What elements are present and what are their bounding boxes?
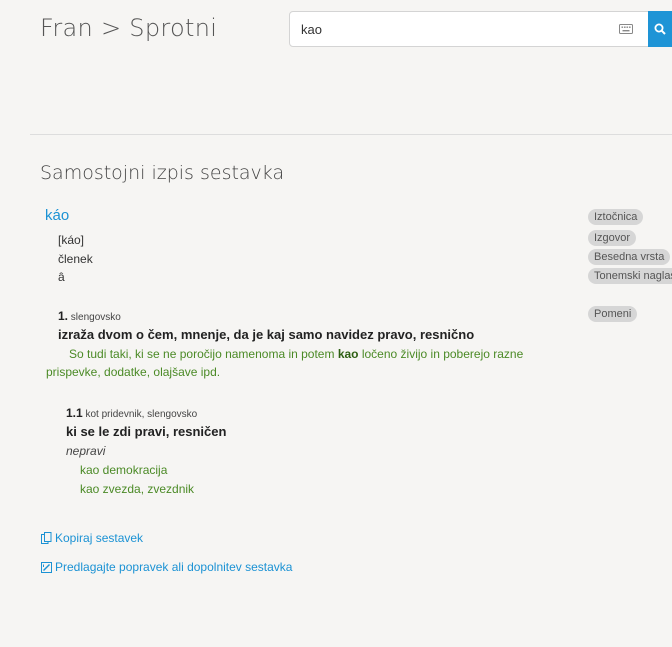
entry-tonal-accent: â	[58, 270, 65, 284]
site-brand[interactable]: Fran > Sprotni	[40, 14, 217, 42]
sense-1-example: So tudi taki, ki se ne poročijo namenoma…	[69, 347, 523, 361]
search-button[interactable]	[648, 11, 672, 47]
entry-headword: káo	[45, 207, 70, 224]
example-text-after: ločeno živijo in poberejo razne	[358, 347, 524, 361]
copy-icon	[41, 532, 52, 544]
label-word-class: Besedna vrsta	[588, 249, 671, 265]
sense-1-header: 1. slengovsko	[58, 309, 121, 323]
label-pronunciation: Izgovor	[588, 230, 637, 246]
edit-icon	[41, 561, 52, 573]
example-text-before: So tudi taki, ki se ne poročijo namenoma…	[69, 347, 338, 361]
sense-1-definition: izraža dvom o čem, mnenje, da je kaj sam…	[58, 327, 475, 342]
label-tonal-accent: Tonemski naglas	[588, 268, 672, 284]
entry-word-class: členek	[58, 252, 93, 266]
sense-1-1-example-1: kao demokracija	[80, 463, 168, 477]
sense-1-example-line2: prispevke, dodatke, olajšave ipd.	[46, 365, 221, 379]
label-meanings: Pomeni	[588, 306, 638, 322]
copy-entry-link[interactable]: Kopiraj sestavek	[41, 531, 143, 545]
sense-1-1-example-2: kao zvezda, zvezdnik	[80, 482, 195, 496]
label-source: Iztočnica	[588, 209, 644, 225]
keyboard-icon[interactable]	[612, 12, 640, 46]
suggest-correction-label: Predlagajte popravek ali dopolnitev sest…	[55, 560, 293, 574]
page-title: Samostojni izpis sestavka	[40, 162, 285, 184]
entry-pronunciation: [káo]	[58, 233, 85, 247]
sense-number: 1.	[58, 309, 69, 323]
copy-entry-label: Kopiraj sestavek	[55, 531, 144, 545]
search-input-value: kao	[301, 22, 322, 37]
sense-1-1-synonym: nepravi	[66, 444, 106, 458]
sense-qualifier: slengovsko	[68, 312, 121, 323]
sense-number: 1.1	[66, 406, 83, 420]
search-input[interactable]: kao	[289, 11, 672, 47]
header-divider	[30, 134, 672, 135]
sense-1-1-definition: ki se le zdi pravi, resničen	[66, 424, 227, 439]
sense-1-1-header: 1.1 kot pridevnik, slengovsko	[66, 406, 197, 420]
search-icon	[654, 23, 666, 35]
example-keyword: kao	[337, 347, 359, 361]
suggest-correction-link[interactable]: Predlagajte popravek ali dopolnitev sest…	[41, 560, 292, 574]
sense-qualifier: kot pridevnik, slengovsko	[82, 409, 198, 420]
